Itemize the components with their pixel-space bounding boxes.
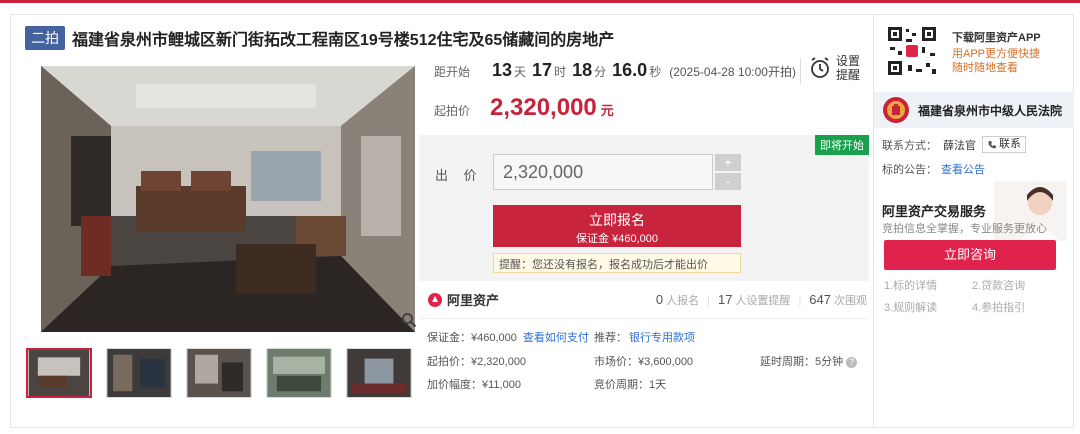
court-emblem-icon bbox=[883, 97, 909, 123]
bid-stepper: + - bbox=[715, 154, 741, 190]
room-photo-illustration bbox=[41, 66, 415, 332]
view-count: 647 bbox=[809, 291, 831, 307]
signup-count-label: 人报名 bbox=[666, 294, 700, 307]
start-price-value: 2,320,000 bbox=[490, 94, 597, 121]
thumbnail-strip bbox=[26, 348, 412, 398]
recommend-info: 推荐： 银行专用款项 bbox=[594, 329, 695, 345]
zoom-icon[interactable] bbox=[401, 312, 417, 328]
contact-label: 联系方式： bbox=[882, 139, 937, 152]
notice-row: 标的公告： 查看公告 bbox=[882, 161, 985, 177]
help-icon[interactable]: ? bbox=[846, 357, 858, 368]
app-desc-line-2: 随时随地查看 bbox=[952, 62, 1018, 74]
countdown-hours-unit: 时 bbox=[554, 65, 567, 79]
thumbnail-2[interactable] bbox=[106, 348, 172, 398]
contact-button-label: 联系 bbox=[999, 138, 1021, 150]
link-item-details[interactable]: 1.标的详情 bbox=[884, 277, 972, 293]
start-price-unit: 元 bbox=[600, 103, 614, 118]
increase-bid-button[interactable]: + bbox=[715, 154, 741, 171]
thumbnail-3[interactable] bbox=[186, 348, 252, 398]
link-item-guide[interactable]: 4.参拍指引 bbox=[972, 299, 1060, 315]
detail-increment: 加价幅度：¥11,000 bbox=[427, 379, 521, 391]
countdown-days: 13 bbox=[492, 60, 513, 80]
bank-funds-link[interactable]: 银行专用款项 bbox=[629, 332, 695, 344]
app-download-title[interactable]: 下载阿里资产APP bbox=[952, 29, 1041, 45]
recommend-text: 推荐： bbox=[594, 332, 627, 344]
start-time: (2025-04-28 10:00开拍) bbox=[669, 65, 796, 79]
round-tag: 二拍 bbox=[25, 26, 65, 50]
court-header: 福建省泉州市中级人民法院 bbox=[874, 92, 1074, 128]
thumbnail-5[interactable] bbox=[346, 348, 412, 398]
qr-code-icon[interactable] bbox=[886, 25, 938, 77]
main-property-photo[interactable] bbox=[41, 66, 415, 332]
thumbnail-4[interactable] bbox=[266, 348, 332, 398]
app-desc-line-1: 用APP更方便快捷 bbox=[952, 48, 1041, 60]
brand-label: 阿里资产 bbox=[447, 293, 500, 308]
participation-stats: 0 人报名 | 17 人设置提醒 | 647 次围观 bbox=[656, 292, 867, 308]
deposit-info: 保证金：¥460,000 查看如何支付 bbox=[427, 329, 589, 345]
countdown: 距开始 13 天 17 时 18 分 16.0 秒 (2025-04-28 10… bbox=[434, 60, 796, 81]
decrease-bid-button[interactable]: - bbox=[715, 173, 741, 190]
delay-text: 延时周期：5分钟 bbox=[760, 356, 844, 368]
signup-label: 立即报名 bbox=[589, 212, 645, 228]
stats-separator: | bbox=[798, 294, 802, 307]
deposit-label: 保证金 ¥460,000 bbox=[576, 233, 658, 245]
stats-separator: | bbox=[707, 294, 710, 307]
link-item-rules[interactable]: 3.规则解读 bbox=[884, 299, 972, 315]
deposit-text: 保证金：¥460,000 bbox=[427, 332, 517, 344]
status-badge: 即将开始 bbox=[815, 135, 869, 155]
sidebar: 下载阿里资产APP 用APP更方便快捷 随时随地查看 福建省泉州市中级人民法院 … bbox=[873, 15, 1074, 427]
service-title: 阿里资产交易服务 bbox=[882, 204, 987, 219]
bid-amount-input[interactable] bbox=[493, 154, 713, 190]
service-description: 竞拍信息全掌握，专业服务更放心 bbox=[882, 223, 1047, 235]
stats-row: 阿里资产 0 人报名 | 17 人设置提醒 | 647 次围观 bbox=[427, 290, 867, 309]
top-accent-bar bbox=[0, 0, 1080, 3]
how-to-pay-link[interactable]: 查看如何支付 bbox=[523, 332, 589, 344]
countdown-hours: 17 bbox=[532, 60, 553, 80]
view-count-label: 次围观 bbox=[834, 294, 867, 307]
detail-start-price: 起拍价：¥2,320,000 bbox=[427, 356, 527, 368]
page-title: 福建省泉州市鲤城区新门街拓改工程南区19号楼512住宅及65储藏间的房地产 bbox=[72, 32, 615, 49]
thumbnail-1[interactable] bbox=[26, 348, 92, 398]
contact-button[interactable]: 联系 bbox=[982, 136, 1026, 153]
signup-count: 0 bbox=[655, 291, 664, 307]
ali-asset-logo: 阿里资产 bbox=[427, 290, 499, 309]
bid-label: 出 价 bbox=[435, 168, 483, 183]
countdown-label: 距开始 bbox=[434, 65, 471, 79]
court-name: 福建省泉州市中级人民法院 bbox=[918, 103, 1063, 118]
phone-icon bbox=[988, 140, 996, 148]
countdown-minutes-unit: 分 bbox=[594, 65, 607, 79]
contact-name: 薛法官 bbox=[943, 139, 976, 152]
set-reminder-label: 设置提醒 bbox=[836, 54, 861, 82]
countdown-days-unit: 天 bbox=[514, 65, 527, 79]
countdown-seconds-unit: 秒 bbox=[649, 65, 662, 79]
contact-row: 联系方式： 薛法官 联系 bbox=[882, 136, 1026, 153]
alarm-clock-icon bbox=[811, 57, 829, 78]
detail-market-price: 市场价：¥3,600,000 bbox=[594, 356, 694, 368]
set-reminder-button[interactable]: 设置提醒 bbox=[808, 54, 860, 82]
detail-delay: 延时周期：5分钟? bbox=[760, 353, 858, 369]
link-item-loan[interactable]: 2.贷款咨询 bbox=[972, 277, 1060, 293]
ali-asset-icon bbox=[428, 292, 442, 307]
notice-label: 标的公告： bbox=[882, 164, 937, 176]
signup-button[interactable]: 立即报名 保证金 ¥460,000 bbox=[493, 205, 741, 247]
start-price: 起拍价 2,320,000 元 bbox=[434, 94, 614, 122]
view-notice-link[interactable]: 查看公告 bbox=[941, 161, 985, 177]
title-row: 二拍 福建省泉州市鲤城区新门街拓改工程南区19号楼512住宅及65储藏间的房地产 bbox=[25, 26, 614, 50]
countdown-seconds: 16.0 bbox=[612, 60, 648, 80]
countdown-minutes: 18 bbox=[572, 60, 593, 80]
reminder-count: 17 bbox=[717, 291, 733, 307]
divider bbox=[800, 58, 801, 84]
start-price-label: 起拍价 bbox=[434, 104, 471, 118]
bid-panel: 即将开始 出 价 + - 立即报名 保证金 ¥460,000 提醒：您还没有报名… bbox=[419, 135, 869, 281]
signup-tip: 提醒：您还没有报名，报名成功后才能出价 bbox=[493, 253, 741, 273]
divider bbox=[419, 318, 869, 319]
app-description: 用APP更方便快捷 随时随地查看 bbox=[952, 47, 1062, 75]
service-links: 1.标的详情 2.贷款咨询 3.规则解读 4.参拍指引 bbox=[884, 277, 1060, 315]
consult-button[interactable]: 立即咨询 bbox=[884, 240, 1056, 270]
detail-cycle: 竞价周期：1天 bbox=[594, 379, 667, 391]
reminder-count-label: 人设置提醒 bbox=[735, 294, 791, 307]
